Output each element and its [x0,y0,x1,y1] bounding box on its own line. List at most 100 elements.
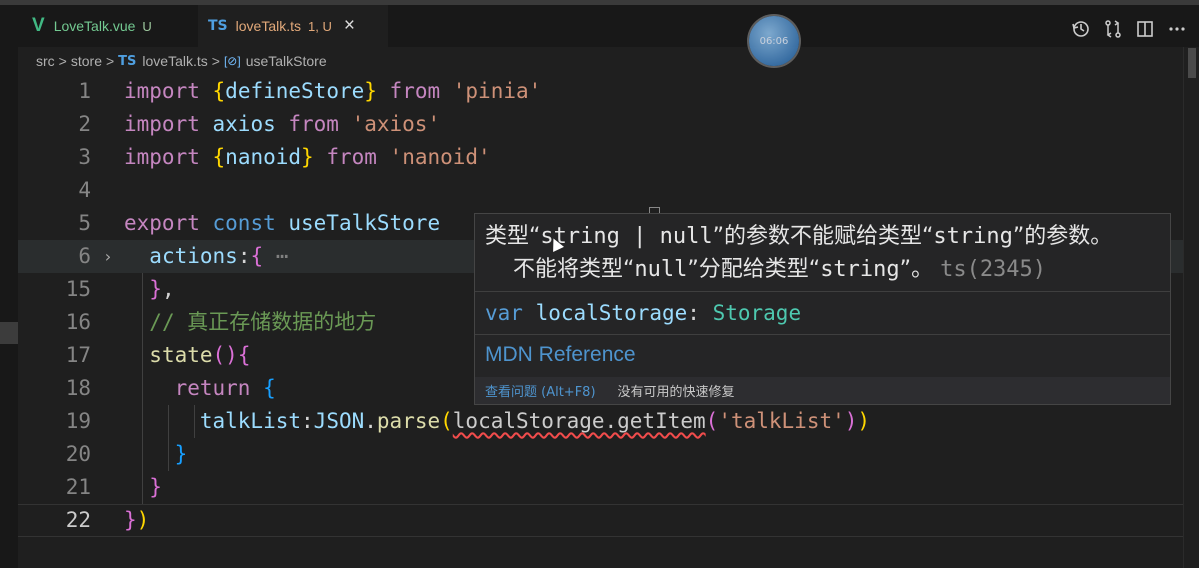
code-token: // 真正存储数据的地方 [149,310,377,334]
code-token: , [161,277,175,301]
tab-lovetalk-ts[interactable]: TS loveTalk.ts 1, U × [198,5,388,47]
code-token: talkList [199,409,302,433]
code-token: export [124,211,213,235]
more-actions-icon[interactable] [1167,19,1187,39]
tab-lovetalk-vue[interactable]: V LoveTalk.vue U [18,5,178,47]
code-token: ⋯ [263,244,289,268]
code-line[interactable]: 22}) [18,504,1184,537]
timeline-history-icon[interactable] [1071,19,1091,39]
code-token: state [149,343,213,367]
fold-chevron-icon[interactable]: › [103,240,113,273]
close-icon[interactable]: × [344,15,355,37]
breadcrumb-item-store[interactable]: store [71,53,102,69]
code-content: talkList:JSON.parse(localStorage.getItem… [124,405,870,438]
code-line[interactable]: 4 [18,174,1184,207]
code-token: ( [440,409,453,433]
code-token: useTalkStore [288,211,441,235]
code-token: } [124,508,137,532]
breadcrumb: src > store > TS loveTalk.ts > [⊘] useTa… [18,47,1199,75]
ts-icon: TS [118,53,137,69]
code-line[interactable]: 19 talkList:JSON.parse(localStorage.getI… [18,405,1184,438]
split-editor-icon[interactable] [1135,19,1155,39]
tab-title: loveTalk.ts [235,18,301,34]
code-line[interactable]: 20 } [18,438,1184,471]
code-token: : [301,409,314,433]
vertical-scrollbar[interactable] [1183,47,1199,568]
divider [475,291,1170,292]
code-token: from [275,112,352,136]
code-line[interactable]: 1 import {defineStore} from 'pinia' [18,75,1184,108]
code-token: { [237,343,251,367]
code-content: actions:{ ⋯ [124,240,288,273]
code-token: } [301,145,314,169]
line-number: 18 [65,376,91,400]
tab-status: U [142,18,152,34]
code-content: state(){ [124,339,250,372]
chevron-right-icon: > [105,53,115,69]
type-signature: var localStorage: Storage [485,301,802,325]
activity-indicator [0,322,18,344]
code-token: from [376,79,453,103]
tab-title: LoveTalk.vue [53,18,136,34]
code-token: return [174,376,264,400]
line-number: 2 [78,112,91,136]
code-token: ) [857,409,871,433]
code-token: ( [705,409,719,433]
code-token: axios [212,112,276,136]
code-content: import {nanoid} from 'nanoid' [124,141,491,174]
error-code: ts(2345) [940,257,1047,282]
code-token: const [212,211,289,235]
tab-status: 1, U [308,18,332,34]
code-token: : [237,244,251,268]
code-token: nanoid [225,145,302,169]
line-number: 5 [78,211,91,235]
code-token: () [212,343,238,367]
code-content: export const useTalkStore [124,207,440,240]
mdn-reference-link[interactable]: MDN Reference [485,343,636,367]
vue-icon: V [32,15,45,36]
code-token: from [313,145,390,169]
line-number: 15 [65,277,91,301]
ts-icon: TS [208,18,228,34]
chevron-right-icon: > [58,53,67,69]
code-token: } [364,79,377,103]
no-quick-fix-text: 没有可用的快速修复 [617,385,735,400]
code-token: 'nanoid' [389,145,491,169]
code-line[interactable]: 3 import {nanoid} from 'nanoid' [18,141,1184,174]
code-token: defineStore [225,79,365,103]
code-token: 'pinia' [452,79,542,103]
code-token: import [124,145,213,169]
error-message-line2: 不能将类型“null”分配给类型“string”。 ts(2345) [513,257,1047,282]
line-number: 16 [65,310,91,334]
code-content: import axios from 'axios' [124,108,440,141]
error-message-line1: 类型“string | null”的参数不能赋给类型“string”的参数。 [485,224,1113,249]
line-number: 21 [65,475,91,499]
code-token: { [250,244,264,268]
hover-tooltip: 类型“string | null”的参数不能赋给类型“string”的参数。 不… [474,213,1171,405]
line-number: 3 [78,145,91,169]
compare-changes-icon[interactable] [1103,19,1123,39]
line-number: 4 [78,178,91,202]
breadcrumb-item-src[interactable]: src [36,53,55,69]
activity-edge [0,5,18,568]
code-token: import [124,79,213,103]
code-token: parse [376,409,441,433]
editor-tab-bar: V LoveTalk.vue U TS loveTalk.ts 1, U × [18,5,1199,47]
code-token: } [174,442,188,466]
scrollbar-thumb[interactable] [1188,48,1196,78]
breadcrumb-item-symbol[interactable]: useTalkStore [246,53,327,69]
code-content: } [124,438,188,471]
code-line[interactable]: 21 } [18,471,1184,504]
line-number: 1 [78,79,91,103]
code-line[interactable]: 2 import axios from 'axios' [18,108,1184,141]
code-token: 'axios' [351,112,441,136]
code-token: actions [149,244,238,268]
view-problem-link[interactable]: 查看问题 (Alt+F8) [485,381,596,400]
breadcrumb-item-file[interactable]: loveTalk.ts [142,53,207,69]
code-token: JSON [313,409,365,433]
